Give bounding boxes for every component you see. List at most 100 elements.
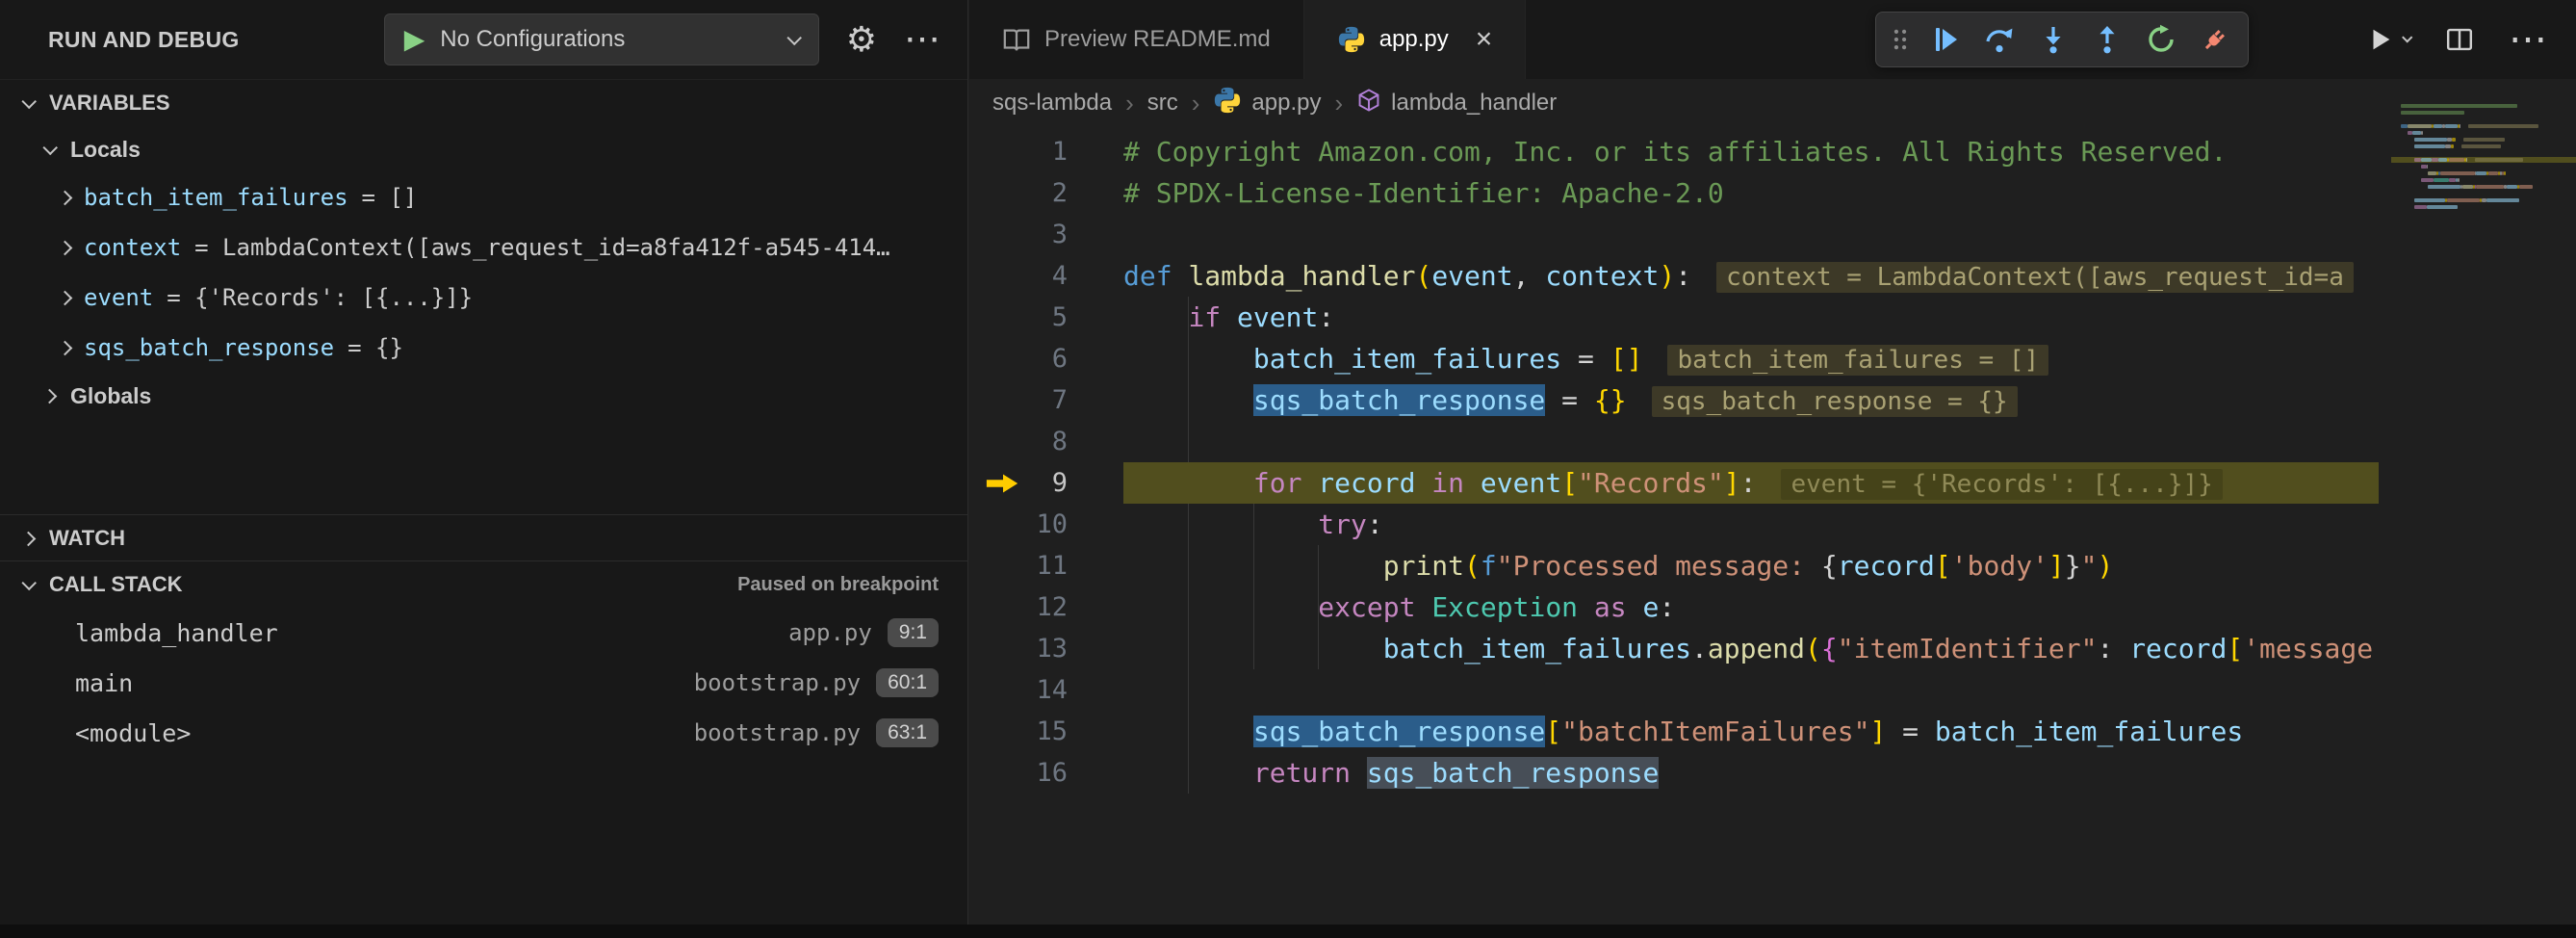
code-line[interactable]: 13 batch_item_failures.append({"itemIden…: [969, 628, 2391, 669]
minimap-line: [2458, 178, 2460, 182]
line-number[interactable]: 10: [969, 509, 1123, 539]
code-line[interactable]: 15 sqs_batch_response["batchItemFailures…: [969, 711, 2391, 752]
debug-config-dropdown[interactable]: ▶ No Configurations: [384, 13, 819, 65]
tab-app-py[interactable]: app.py ×: [1304, 0, 1527, 79]
watch-section: WATCH: [0, 514, 967, 561]
code-line[interactable]: 3: [969, 214, 2391, 255]
stack-frame[interactable]: lambda_handlerapp.py9:1: [0, 608, 967, 658]
variables-header[interactable]: VARIABLES: [0, 80, 967, 126]
code-line[interactable]: 14: [969, 669, 2391, 711]
step-out-icon: [2092, 24, 2123, 55]
line-number[interactable]: 8: [969, 427, 1123, 456]
code-line[interactable]: 11 print(f"Processed message: {record['b…: [969, 545, 2391, 586]
line-number[interactable]: 6: [969, 344, 1123, 374]
line-number[interactable]: 12: [969, 592, 1123, 622]
minimap-line: [2445, 144, 2450, 148]
code-text: batch_item_failures = []batch_item_failu…: [1123, 343, 2048, 375]
line-number[interactable]: 5: [969, 302, 1123, 332]
symbol-method-icon: [1356, 88, 1381, 119]
breadcrumb-item[interactable]: app.py: [1213, 86, 1321, 121]
line-number[interactable]: 1: [969, 137, 1123, 167]
line-column-badge: 60:1: [876, 668, 939, 697]
disconnect-button[interactable]: [2190, 15, 2240, 64]
line-number[interactable]: 15: [969, 717, 1123, 746]
variable-name: event: [84, 284, 153, 311]
code-line[interactable]: 4def lambda_handler(event, context):cont…: [969, 255, 2391, 297]
code-line[interactable]: 16 return sqs_batch_response: [969, 752, 2391, 794]
minimap-line: [2428, 171, 2436, 175]
breadcrumb-item[interactable]: lambda_handler: [1356, 88, 1557, 119]
restart-button[interactable]: [2136, 15, 2186, 64]
code-line[interactable]: 12 except Exception as e:: [969, 586, 2391, 628]
code-text: for record in event["Records"]:event = {…: [1123, 467, 2223, 499]
scope-label: Locals: [70, 137, 141, 163]
step-out-button[interactable]: [2082, 15, 2132, 64]
step-into-icon: [2038, 24, 2069, 55]
chevron-down-icon: [2402, 32, 2412, 42]
split-editor-button[interactable]: [2445, 25, 2474, 54]
continue-button[interactable]: [1920, 15, 1971, 64]
line-number[interactable]: 4: [969, 261, 1123, 291]
minimap-line: [2460, 124, 2461, 128]
tab-bar: Preview README.md app.py × ⋯: [969, 0, 2576, 79]
code-line[interactable]: 2# SPDX-License-Identifier: Apache-2.0: [969, 172, 2391, 214]
scope-globals[interactable]: Globals: [0, 373, 967, 419]
code-text: except Exception as e:: [1123, 591, 1675, 623]
restart-icon: [2146, 24, 2177, 55]
tab-label: app.py: [1379, 26, 1449, 53]
stack-frame[interactable]: <module>bootstrap.py63:1: [0, 708, 967, 758]
minimap-line: [2421, 165, 2426, 169]
code-editor[interactable]: 1# Copyright Amazon.com, Inc. or its aff…: [969, 127, 2391, 925]
minimap-line: [2421, 131, 2423, 135]
stack-frame[interactable]: mainbootstrap.py60:1: [0, 658, 967, 708]
chevron-right-icon: ›: [1125, 89, 1134, 118]
line-number[interactable]: 3: [969, 220, 1123, 249]
code-text: if event:: [1123, 301, 1334, 333]
minimap-line: [2414, 205, 2426, 209]
code-text: sqs_batch_response["batchItemFailures"] …: [1123, 716, 2243, 747]
more-actions-icon[interactable]: ⋯: [904, 21, 940, 58]
gear-icon[interactable]: ⚙: [846, 22, 877, 57]
code-line[interactable]: 9 for record in event["Records"]:event =…: [969, 462, 2391, 504]
minimap-line: [2468, 124, 2538, 128]
variable-row[interactable]: batch_item_failures= []: [0, 172, 967, 222]
line-number[interactable]: 7: [969, 385, 1123, 415]
line-number[interactable]: 13: [969, 634, 1123, 664]
code-line[interactable]: 1# Copyright Amazon.com, Inc. or its aff…: [969, 131, 2391, 172]
breadcrumb-item[interactable]: sqs-lambda: [992, 90, 1112, 117]
code-line[interactable]: 6 batch_item_failures = []batch_item_fai…: [969, 338, 2391, 379]
step-into-button[interactable]: [2028, 15, 2078, 64]
code-line[interactable]: 5 if event:: [969, 297, 2391, 338]
code-line[interactable]: 8: [969, 421, 2391, 462]
line-number[interactable]: 11: [969, 551, 1123, 581]
variable-row[interactable]: event= {'Records': [{...}]}: [0, 273, 967, 323]
run-button[interactable]: [2366, 25, 2410, 54]
code-line[interactable]: 10 try:: [969, 504, 2391, 545]
minimap-line: [2401, 111, 2464, 115]
scope-locals[interactable]: Locals: [0, 126, 967, 172]
code-text: def lambda_handler(event, context):conte…: [1123, 260, 2354, 292]
tab-preview-readme-md[interactable]: Preview README.md: [969, 0, 1304, 79]
more-actions-icon[interactable]: ⋯: [2509, 20, 2547, 59]
minimap-line: [2432, 158, 2438, 162]
line-number[interactable]: 14: [969, 675, 1123, 705]
variable-row[interactable]: context= LambdaContext([aws_request_id=a…: [0, 222, 967, 273]
line-number[interactable]: 16: [969, 758, 1123, 788]
breadcrumb-item[interactable]: src: [1147, 90, 1178, 117]
minimap[interactable]: [2391, 81, 2576, 925]
variable-row[interactable]: sqs_batch_response= {}: [0, 323, 967, 373]
code-line[interactable]: 7 sqs_batch_response = {}sqs_batch_respo…: [969, 379, 2391, 421]
variables-header-label: VARIABLES: [49, 91, 170, 116]
close-icon[interactable]: ×: [1476, 25, 1493, 54]
line-number[interactable]: 2: [969, 178, 1123, 208]
config-label: No Configurations: [440, 26, 772, 53]
frame-file: app.py: [788, 619, 872, 646]
step-over-button[interactable]: [1974, 15, 2024, 64]
chevron-right-icon: [58, 290, 73, 305]
watch-header[interactable]: WATCH: [0, 515, 967, 561]
python-icon: [1213, 86, 1242, 121]
start-debug-icon[interactable]: ▶: [404, 26, 425, 53]
breadcrumb: sqs-lambda›src›app.py›lambda_handler: [969, 79, 2576, 127]
call-stack-header[interactable]: CALL STACK Paused on breakpoint: [0, 561, 967, 608]
drag-handle[interactable]: [1884, 15, 1917, 64]
